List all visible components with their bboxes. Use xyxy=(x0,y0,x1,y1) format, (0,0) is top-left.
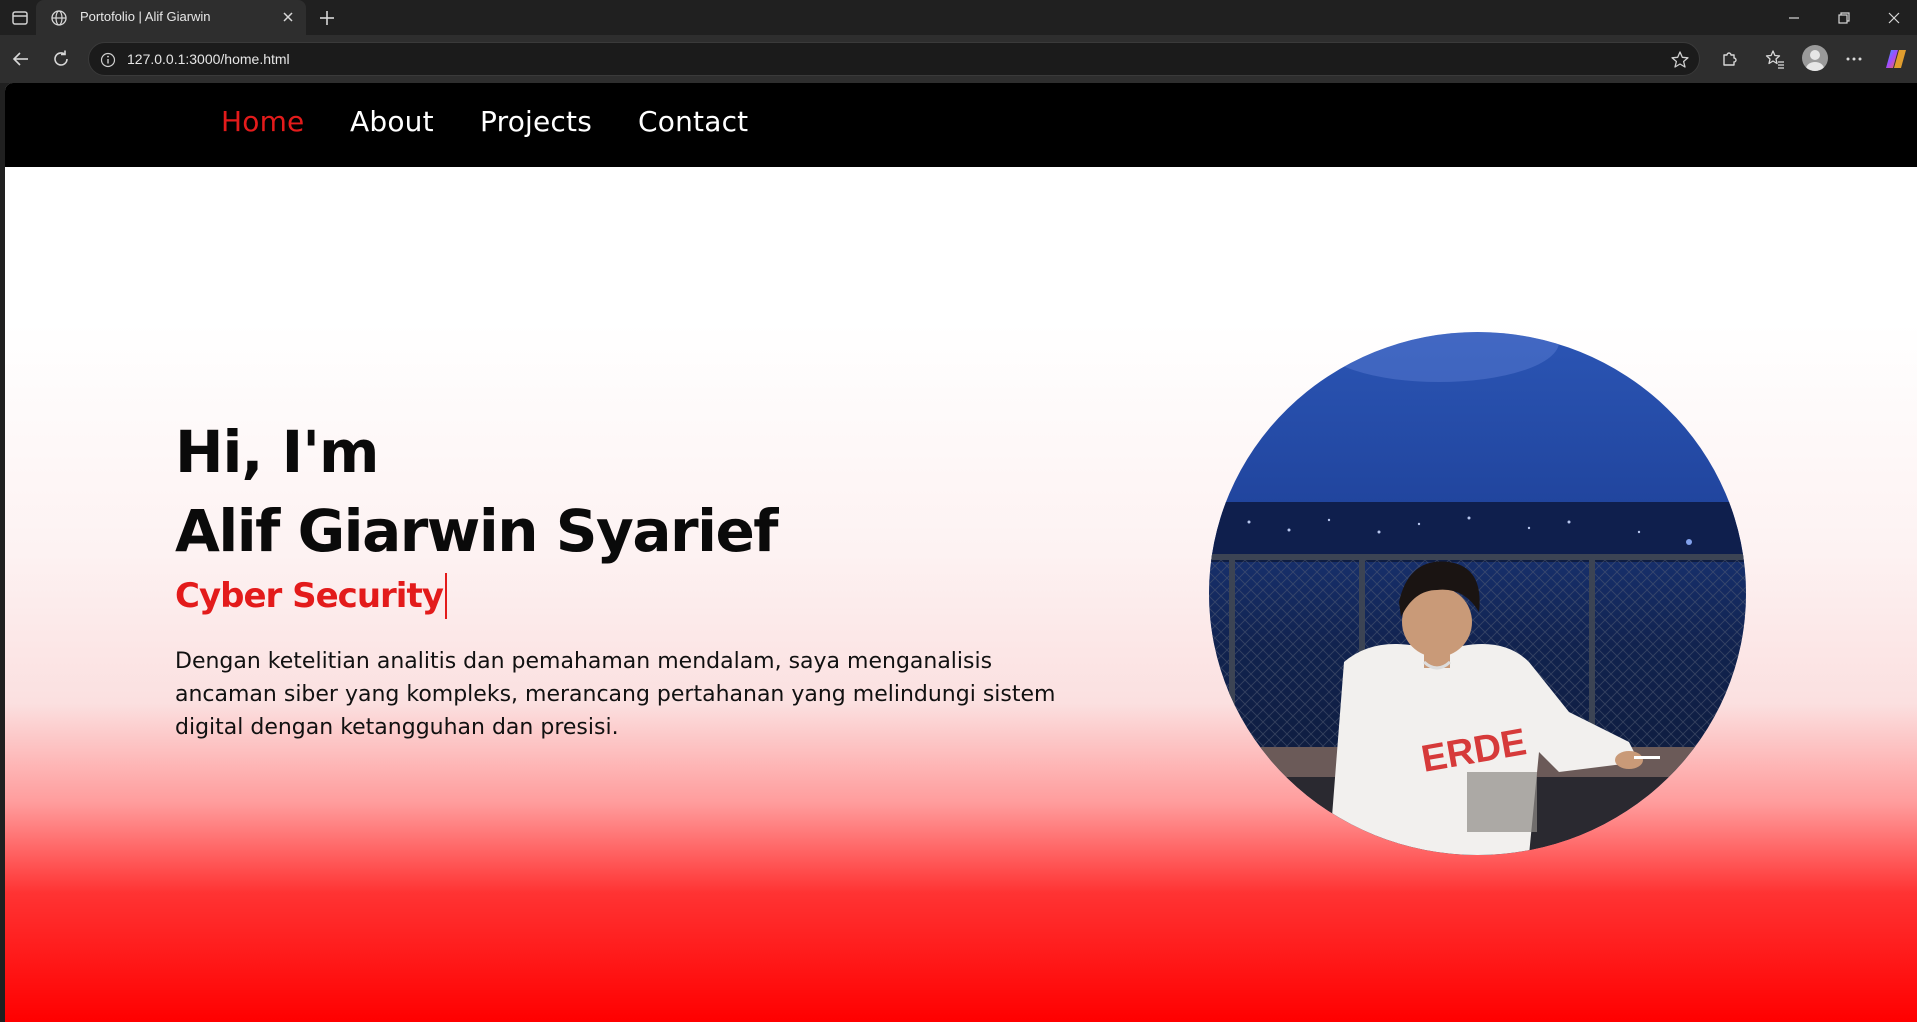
hero-name: Alif Giarwin Syarief xyxy=(175,497,779,565)
hero-role-typing: Cyber Security xyxy=(175,573,447,619)
nav-contact[interactable]: Contact xyxy=(638,105,748,138)
hero-description: Dengan ketelitian analitis dan pemahaman… xyxy=(175,649,1056,740)
new-tab-icon[interactable] xyxy=(316,7,338,29)
profile-avatar[interactable] xyxy=(1802,45,1828,71)
close-tab-icon[interactable] xyxy=(280,9,296,25)
favorites-icon[interactable] xyxy=(1764,48,1786,70)
browser-toolbar: 127.0.0.1:3000/home.html xyxy=(0,35,1917,83)
restore-icon[interactable] xyxy=(1833,7,1855,29)
minimize-icon[interactable] xyxy=(1783,7,1805,29)
site-navbar: Home About Projects Contact xyxy=(5,83,1917,167)
favorite-star-icon[interactable] xyxy=(1669,49,1691,71)
site-info-icon[interactable] xyxy=(99,51,117,69)
globe-icon xyxy=(51,10,67,26)
extensions-icon[interactable] xyxy=(1718,48,1740,70)
close-window-icon[interactable] xyxy=(1883,7,1905,29)
copilot-icon[interactable] xyxy=(1884,47,1908,71)
nav-projects[interactable]: Projects xyxy=(480,105,592,138)
more-options-icon[interactable] xyxy=(1843,48,1865,70)
profile-photo: ERDE xyxy=(1209,332,1746,855)
url-text: 127.0.0.1:3000/home.html xyxy=(127,51,290,67)
nav-home[interactable]: Home xyxy=(221,105,305,138)
address-bar[interactable]: 127.0.0.1:3000/home.html xyxy=(88,42,1700,76)
profile-photo-image: ERDE xyxy=(1209,332,1746,855)
tab-actions-icon[interactable] xyxy=(10,8,30,28)
nav-about[interactable]: About xyxy=(350,105,434,138)
browser-tab-strip: Portofolio | Alif Giarwin xyxy=(0,0,1917,35)
hero-greeting: Hi, I'm xyxy=(175,418,379,486)
profile-icon xyxy=(1806,50,1824,71)
browser-tab-active[interactable]: Portofolio | Alif Giarwin xyxy=(36,0,306,35)
tab-title: Portofolio | Alif Giarwin xyxy=(80,9,211,24)
page-viewport: Home About Projects Contact Hi, I'm Alif… xyxy=(5,83,1917,1022)
reload-icon[interactable] xyxy=(50,48,72,70)
back-icon[interactable] xyxy=(10,48,32,70)
hero-section: Hi, I'm Alif Giarwin Syarief Cyber Secur… xyxy=(175,413,1075,744)
